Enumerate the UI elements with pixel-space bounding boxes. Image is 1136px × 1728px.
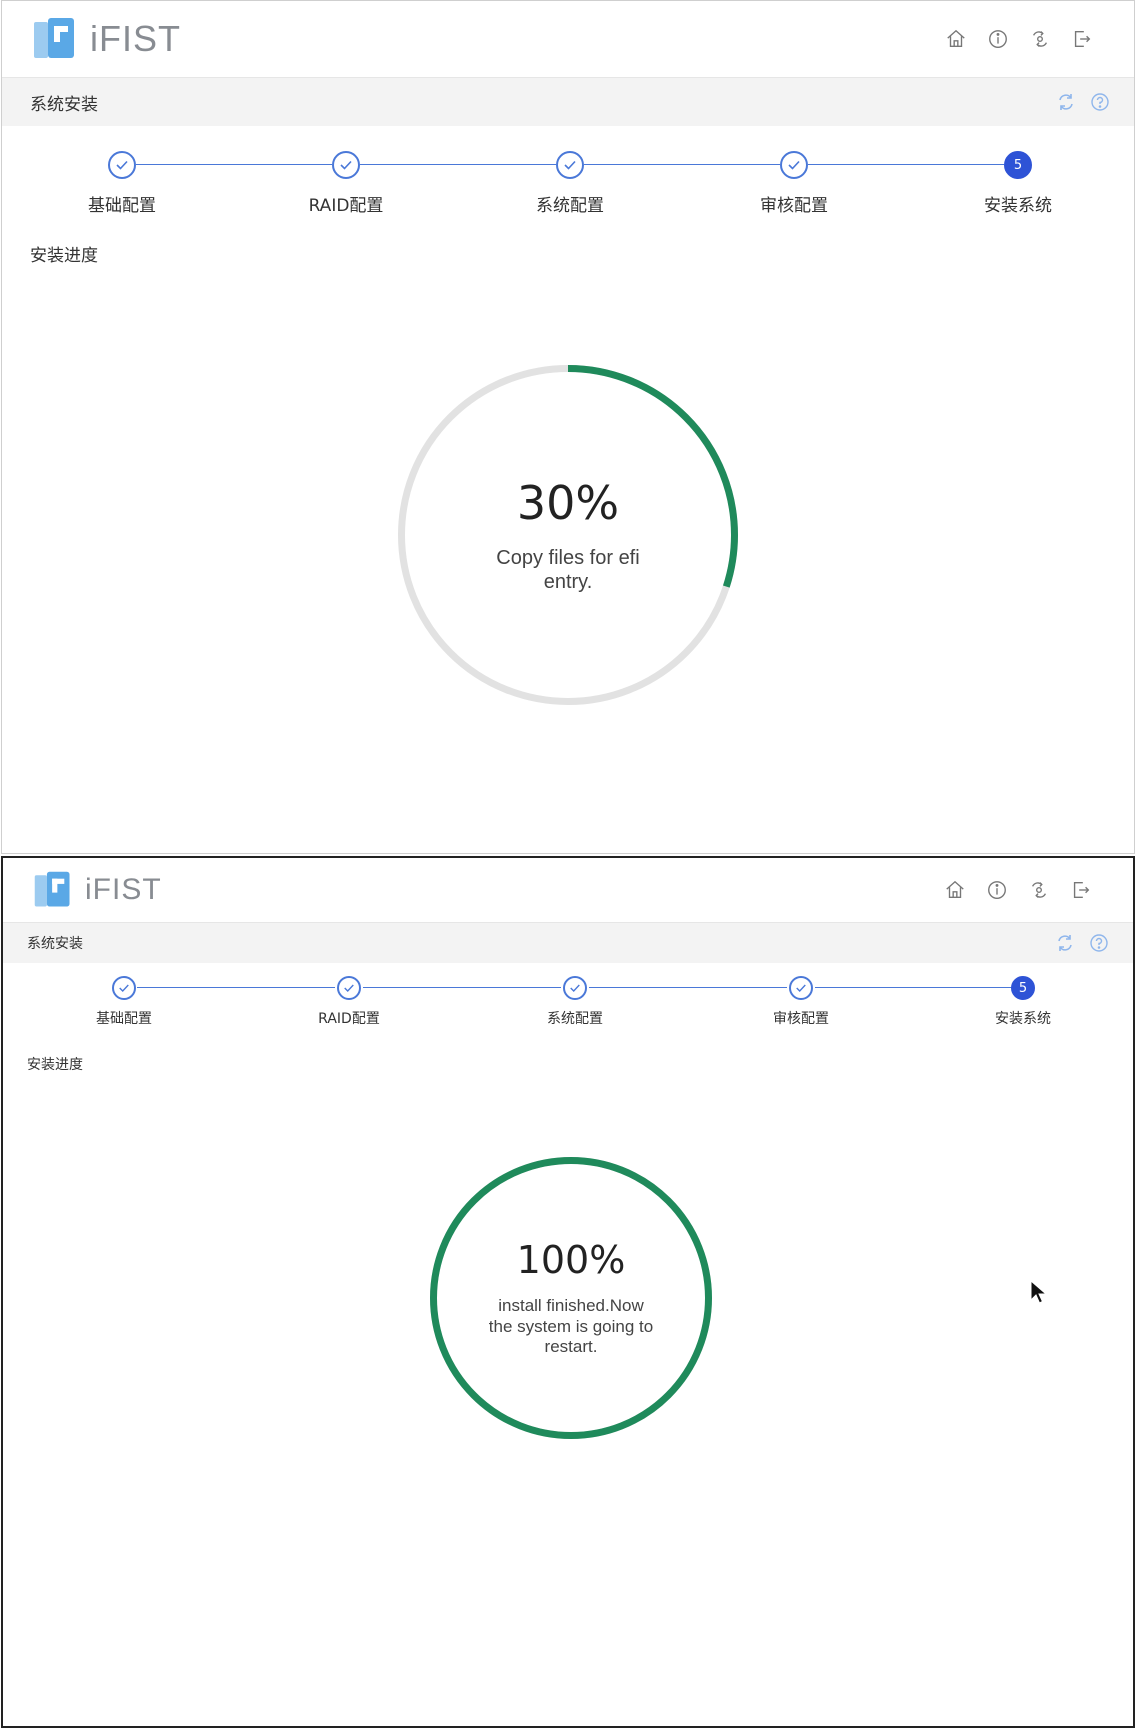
progress-percent: 30% — [516, 476, 620, 530]
install-screen-30: iFIST 系统安装 基础配置 RAID配置 系统配置 审核配置 5 安装系统 … — [1, 0, 1135, 854]
page-title: 系统安装 — [27, 936, 83, 952]
step-label: RAID配置 — [308, 196, 384, 216]
app-logo: iFIST — [32, 16, 181, 62]
info-icon[interactable] — [985, 878, 1009, 902]
help-icon[interactable] — [1089, 933, 1109, 953]
step-install-system[interactable]: 5 安装系统 — [933, 976, 1113, 1028]
step-label: 审核配置 — [773, 1011, 829, 1027]
settings-icon[interactable] — [1027, 878, 1051, 902]
step-basic-config[interactable]: 基础配置 — [34, 976, 214, 1028]
logout-icon[interactable] — [1069, 878, 1093, 902]
refresh-icon[interactable] — [1055, 933, 1075, 953]
app-name: iFIST — [85, 873, 162, 906]
app-name: iFIST — [90, 18, 181, 59]
install-steps: 基础配置 RAID配置 系统配置 审核配置 5 安装系统 — [2, 151, 1134, 231]
step-label: 系统配置 — [547, 1011, 603, 1027]
info-icon[interactable] — [986, 27, 1010, 51]
check-icon — [780, 151, 808, 179]
page-title: 系统安装 — [30, 94, 98, 115]
step-raid-config[interactable]: RAID配置 — [259, 976, 439, 1028]
app-logo: iFIST — [33, 870, 162, 910]
step-label: 审核配置 — [760, 196, 828, 216]
step-number: 5 — [1004, 151, 1032, 179]
step-label: 系统配置 — [536, 196, 604, 216]
step-raid-config[interactable]: RAID配置 — [256, 151, 436, 216]
check-icon — [337, 976, 361, 1000]
check-icon — [563, 976, 587, 1000]
logout-icon[interactable] — [1070, 27, 1094, 51]
step-label: 安装系统 — [984, 196, 1052, 216]
check-icon — [332, 151, 360, 179]
home-icon[interactable] — [944, 27, 968, 51]
help-icon[interactable] — [1090, 92, 1110, 112]
mouse-cursor-icon — [1030, 1280, 1048, 1304]
step-number: 5 — [1011, 976, 1035, 1000]
app-header: iFIST — [3, 858, 1133, 923]
progress-message: Copy files for efi entry. — [496, 547, 640, 593]
check-icon — [112, 976, 136, 1000]
progress-message: install finished.Now the system is going… — [488, 1296, 654, 1357]
step-install-system[interactable]: 5 安装系统 — [928, 151, 1108, 216]
check-icon — [108, 151, 136, 179]
logo-mark-icon — [34, 871, 70, 907]
step-system-config[interactable]: 系统配置 — [485, 976, 665, 1028]
check-icon — [789, 976, 813, 1000]
step-basic-config[interactable]: 基础配置 — [32, 151, 212, 216]
step-system-config[interactable]: 系统配置 — [480, 151, 660, 216]
step-label: RAID配置 — [318, 1011, 380, 1027]
progress-ring: 30% Copy files for efi entry. — [397, 364, 739, 706]
progress-percent: 100% — [516, 1238, 626, 1283]
page-title-bar: 系统安装 — [3, 923, 1133, 963]
logo-mark-icon — [34, 18, 74, 58]
step-label: 基础配置 — [88, 196, 156, 216]
progress-ring: 100% install finished.Now the system is … — [429, 1156, 713, 1440]
check-icon — [556, 151, 584, 179]
step-label: 安装系统 — [995, 1011, 1051, 1027]
app-header: iFIST — [2, 1, 1134, 78]
refresh-icon[interactable] — [1056, 92, 1076, 112]
home-icon[interactable] — [943, 878, 967, 902]
page-title-bar: 系统安装 — [2, 78, 1134, 126]
install-screen-100: iFIST 系统安装 基础配置 RAID配置 系统配置 审核配置 5 安装系统 … — [1, 856, 1135, 1728]
install-steps: 基础配置 RAID配置 系统配置 审核配置 5 安装系统 — [3, 976, 1133, 1056]
progress-heading: 安装进度 — [27, 1057, 83, 1073]
step-label: 基础配置 — [96, 1011, 152, 1027]
step-review-config[interactable]: 审核配置 — [704, 151, 884, 216]
progress-heading: 安装进度 — [30, 246, 98, 266]
step-review-config[interactable]: 审核配置 — [711, 976, 891, 1028]
settings-icon[interactable] — [1028, 27, 1052, 51]
